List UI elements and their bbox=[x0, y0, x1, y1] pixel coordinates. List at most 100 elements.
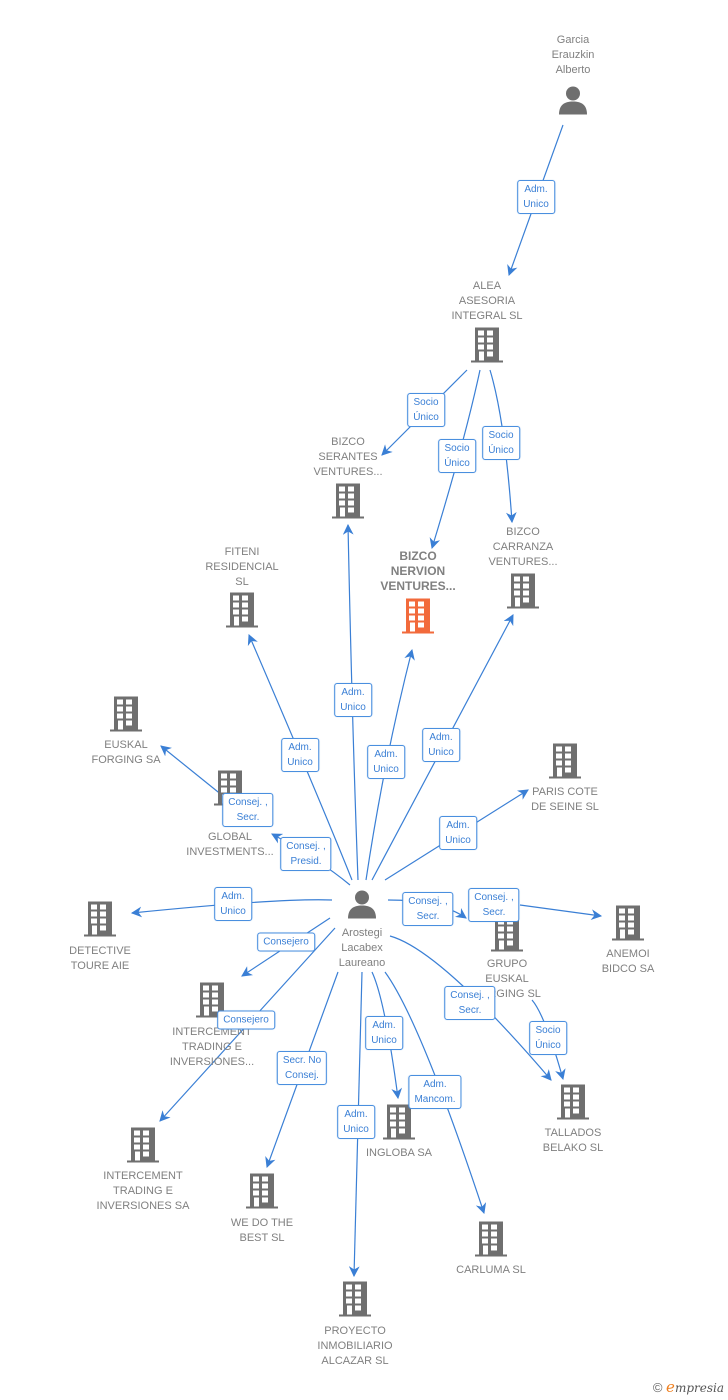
relation-label-line: Adm. bbox=[341, 687, 365, 698]
relation-label-line: Secr. bbox=[416, 911, 440, 922]
node-label-fiteni[interactable]: FITENI RESIDENCIAL SL bbox=[205, 545, 278, 590]
node-label-intercement1[interactable]: INTERCEMENT TRADING E INVERSIONES... bbox=[170, 1025, 254, 1070]
relation-label[interactable]: Consej. , Presid. bbox=[280, 837, 332, 871]
relation-label[interactable]: Socio Único bbox=[529, 1021, 567, 1055]
node-label-arostegi[interactable]: Arostegi Lacabex Laureano bbox=[339, 926, 386, 971]
building-icon[interactable] bbox=[245, 1172, 279, 1215]
node-label-line: CARRANZA bbox=[492, 541, 554, 553]
node-label-serantes[interactable]: BIZCO SERANTES VENTURES... bbox=[313, 435, 382, 480]
node-label-line: DE SEINE SL bbox=[531, 801, 599, 813]
node-label-line: Erauzkin bbox=[551, 49, 595, 61]
relation-label-line: Unico bbox=[373, 764, 399, 775]
relation-label-line: Unico bbox=[445, 835, 471, 846]
footer-brand: © empresia bbox=[653, 1378, 724, 1396]
node-label-line: SERANTES bbox=[318, 451, 378, 463]
node-label-line: PROYECTO bbox=[324, 1325, 386, 1337]
building-icon[interactable] bbox=[548, 742, 582, 785]
node-label-global[interactable]: GLOBAL INVESTMENTS... bbox=[186, 830, 273, 860]
relation-label-line: Adm. bbox=[374, 749, 398, 760]
relation-label-line: Adm. bbox=[288, 742, 312, 753]
node-label-line: Lacabex bbox=[341, 942, 383, 954]
node-label-line: WE DO THE bbox=[230, 1217, 294, 1229]
building-icon[interactable] bbox=[611, 904, 645, 947]
relation-label[interactable]: Adm. Unico bbox=[214, 887, 252, 921]
relation-label-line: Adm. bbox=[429, 732, 453, 743]
relation-label[interactable]: Adm. Mancom. bbox=[408, 1075, 462, 1109]
relation-label-line: Único bbox=[488, 445, 514, 456]
empresia-logo[interactable]: empresia bbox=[666, 1378, 724, 1396]
person-icon[interactable] bbox=[557, 85, 589, 120]
node-label-line: BEST SL bbox=[239, 1232, 285, 1244]
building-icon[interactable] bbox=[338, 1280, 372, 1323]
relation-label[interactable]: Socio Único bbox=[438, 439, 476, 473]
node-label-line: ALCAZAR SL bbox=[321, 1355, 389, 1367]
building-icon[interactable] bbox=[556, 1083, 590, 1126]
building-icon[interactable] bbox=[470, 326, 504, 369]
node-label-nervion[interactable]: BIZCO NERVION VENTURES... bbox=[380, 549, 455, 594]
relation-label-line: Consej. , bbox=[474, 892, 514, 903]
relation-label[interactable]: Adm. Unico bbox=[517, 180, 555, 214]
node-label-line: BIZCO bbox=[331, 436, 365, 448]
relation-label-line: Único bbox=[535, 1040, 561, 1051]
node-label-ingloba[interactable]: INGLOBA SA bbox=[366, 1146, 432, 1161]
relation-label-line: Único bbox=[444, 458, 470, 469]
building-icon-highlighted[interactable] bbox=[401, 597, 435, 640]
building-icon[interactable] bbox=[506, 572, 540, 615]
node-label-line: ASESORIA bbox=[458, 295, 516, 307]
relation-label[interactable]: Secr. No Consej. bbox=[276, 1051, 328, 1085]
relation-label[interactable]: Socio Único bbox=[407, 393, 445, 427]
relation-label[interactable]: Consej. , Secr. bbox=[402, 892, 454, 926]
relation-label-line: Unico bbox=[220, 906, 246, 917]
node-label-wedo[interactable]: WE DO THE BEST SL bbox=[231, 1216, 293, 1246]
node-label-carluma[interactable]: CARLUMA SL bbox=[456, 1263, 526, 1278]
node-label-line: Alberto bbox=[555, 64, 591, 76]
node-label-anemoi[interactable]: ANEMOI BIDCO SA bbox=[602, 947, 655, 977]
relation-label[interactable]: Socio Único bbox=[482, 426, 520, 460]
relation-label-line: Unico bbox=[428, 747, 454, 758]
node-label-line: TALLADOS bbox=[544, 1127, 602, 1139]
node-label-line: GRUPO bbox=[486, 958, 528, 970]
node-label-line: CARLUMA SL bbox=[456, 1264, 526, 1276]
relation-label[interactable]: Consej. , Secr. bbox=[468, 888, 520, 922]
relation-label[interactable]: Consej. , Secr. bbox=[444, 986, 496, 1020]
node-label-paris[interactable]: PARIS COTE DE SEINE SL bbox=[531, 785, 599, 815]
node-label-garcia[interactable]: Garcia Erauzkin Alberto bbox=[552, 33, 595, 78]
relation-label-line: Consej. , bbox=[408, 896, 448, 907]
relation-label[interactable]: Adm. Unico bbox=[439, 816, 477, 850]
relation-label[interactable]: Adm. Unico bbox=[334, 683, 372, 717]
node-label-intercement2[interactable]: INTERCEMENT TRADING E INVERSIONES SA bbox=[97, 1169, 190, 1214]
node-label-carranza[interactable]: BIZCO CARRANZA VENTURES... bbox=[488, 525, 557, 570]
node-label-proyecto[interactable]: PROYECTO INMOBILIARIO ALCAZAR SL bbox=[317, 1324, 392, 1369]
relation-label-line: Consej. , bbox=[450, 990, 490, 1001]
building-icon[interactable] bbox=[109, 695, 143, 738]
node-label-detective[interactable]: DETECTIVE TOURE AIE bbox=[69, 944, 131, 974]
person-icon[interactable] bbox=[346, 889, 378, 924]
relation-label[interactable]: Adm. Unico bbox=[337, 1105, 375, 1139]
building-icon[interactable] bbox=[331, 482, 365, 525]
node-label-euskalforging[interactable]: EUSKAL FORGING SA bbox=[91, 738, 160, 768]
relation-label-line: Presid. bbox=[290, 856, 322, 867]
relation-label[interactable]: Consej. , Secr. bbox=[222, 793, 274, 827]
node-label-alea[interactable]: ALEA ASESORIA INTEGRAL SL bbox=[451, 279, 522, 324]
relation-label[interactable]: Adm. Unico bbox=[281, 738, 319, 772]
relation-label-line: Único bbox=[413, 412, 439, 423]
relation-label-line: Mancom. bbox=[414, 1094, 456, 1105]
building-icon[interactable] bbox=[474, 1220, 508, 1263]
relation-label-line: Consejero bbox=[223, 1014, 269, 1026]
relation-label-line: Consej. , bbox=[228, 797, 268, 808]
building-icon[interactable] bbox=[225, 591, 259, 634]
relation-label-line: Adm. bbox=[423, 1079, 447, 1090]
relation-label[interactable]: Consejero bbox=[257, 932, 315, 952]
node-label-line: BIZCO bbox=[506, 526, 540, 538]
building-icon[interactable] bbox=[126, 1126, 160, 1169]
node-label-line: EUSKAL bbox=[104, 739, 148, 751]
relation-label[interactable]: Consejero bbox=[217, 1010, 275, 1030]
relation-label[interactable]: Adm. Unico bbox=[422, 728, 460, 762]
node-label-line: EUSKAL bbox=[485, 973, 529, 985]
node-label-line: PARIS COTE bbox=[532, 786, 598, 798]
relation-label-line: Socio bbox=[413, 397, 439, 408]
relation-label[interactable]: Adm. Unico bbox=[365, 1016, 403, 1050]
node-label-tallados[interactable]: TALLADOS BELAKO SL bbox=[543, 1126, 604, 1156]
relation-label[interactable]: Adm. Unico bbox=[367, 745, 405, 779]
building-icon[interactable] bbox=[83, 900, 117, 943]
